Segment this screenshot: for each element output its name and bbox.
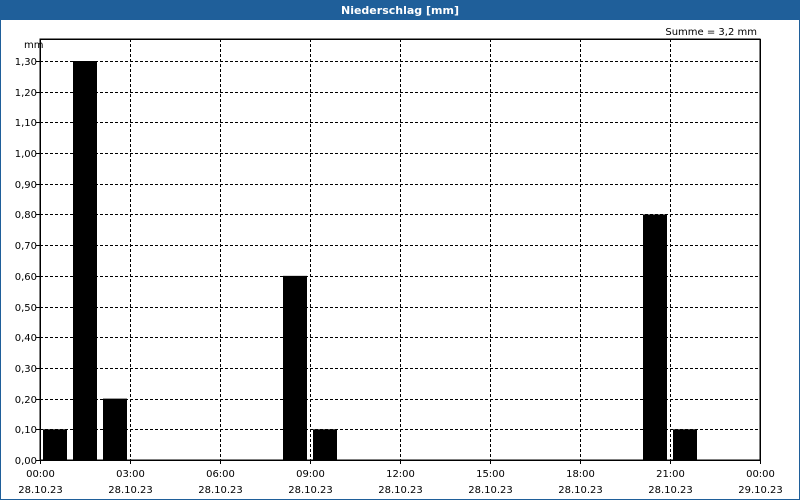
y-tick-label: 1,10 <box>15 118 37 129</box>
y-tick-label: 0,60 <box>15 272 37 283</box>
y-tick-label: 0,80 <box>15 210 37 221</box>
y-tick-label: 1,30 <box>15 57 37 68</box>
x-tick-time-label: 09:00 <box>296 469 325 480</box>
x-tick-time-label: 12:00 <box>386 469 415 480</box>
x-tick-time-label: 00:00 <box>746 469 775 480</box>
x-tick-time-label: 06:00 <box>206 469 235 480</box>
y-tick-label: 0,20 <box>15 395 37 406</box>
y-tick-label: 0,40 <box>15 333 37 344</box>
x-tick-date-label: 29.10.23 <box>738 485 783 496</box>
x-tick-date-label: 28.10.23 <box>648 485 693 496</box>
x-tick-time-label: 03:00 <box>116 469 145 480</box>
precipitation-bar <box>283 275 307 460</box>
x-tick-date-label: 28.10.23 <box>378 485 423 496</box>
y-tick-label: 0,90 <box>15 180 37 191</box>
y-tick-label: 0,70 <box>15 241 37 252</box>
precipitation-bar <box>103 398 127 460</box>
y-tick-label: 1,00 <box>15 149 37 160</box>
precipitation-chart: 0,00 0,10 0,20 0,30 0,40 0,50 0,60 0,70 0,80 0,90… <box>15 38 783 496</box>
x-tick-date-label: 28.10.23 <box>18 485 63 496</box>
y-tick-label: 0,10 <box>15 425 37 436</box>
x-tick-date-label: 28.10.23 <box>468 485 513 496</box>
x-tick-date-label: 28.10.23 <box>108 485 153 496</box>
precipitation-bar <box>313 429 337 460</box>
y-tick-label: 0,50 <box>15 303 37 314</box>
precipitation-bar <box>73 61 97 460</box>
x-tick-time-label: 00:00 <box>26 469 55 480</box>
x-tick-date-label: 28.10.23 <box>198 485 243 496</box>
y-tick-label: 0,00 <box>15 456 37 467</box>
y-tick-label: 0,30 <box>15 364 37 375</box>
x-tick-time-label: 21:00 <box>656 469 685 480</box>
precipitation-bar <box>673 429 697 460</box>
x-tick-date-label: 28.10.23 <box>288 485 333 496</box>
precipitation-bar <box>643 214 667 460</box>
y-tick-label: 1,20 <box>15 88 37 99</box>
x-tick-time-label: 18:00 <box>566 469 595 480</box>
precipitation-bar <box>43 429 67 460</box>
x-tick-date-label: 28.10.23 <box>558 485 603 496</box>
x-tick-time-label: 15:00 <box>476 469 505 480</box>
